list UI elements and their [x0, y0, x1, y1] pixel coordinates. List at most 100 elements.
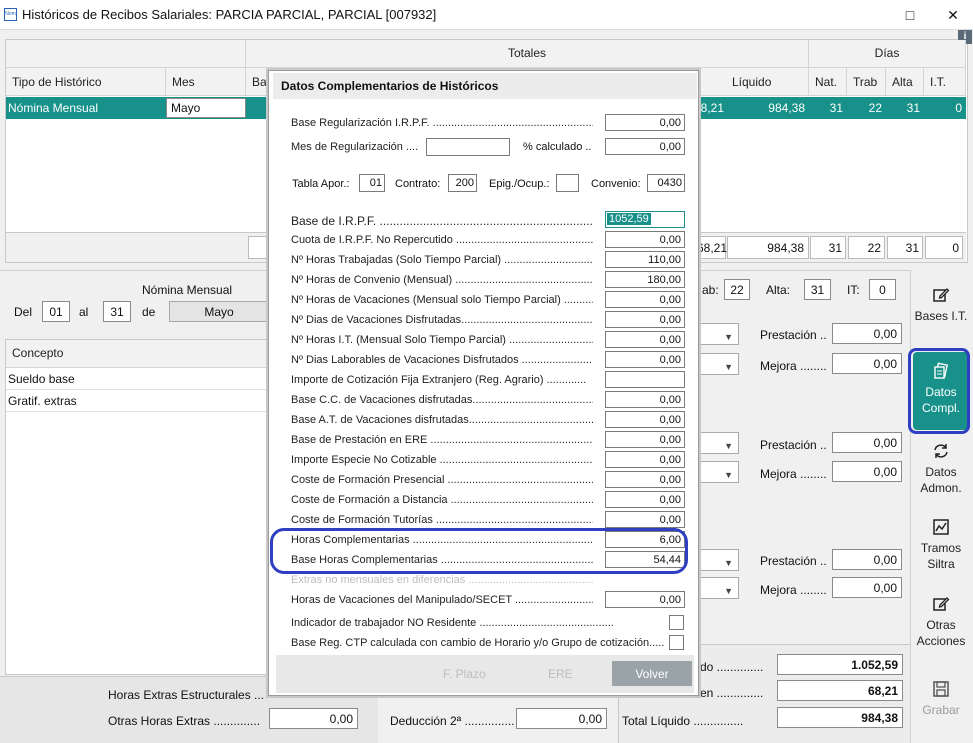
mejora-label: Mejora ........: [760, 583, 827, 597]
base-regularizacion-label: Base Regularización I.R.P.F. ...........…: [291, 117, 593, 129]
cuota-irpf-field[interactable]: 0,00: [605, 231, 685, 248]
horas-it-field[interactable]: 0,00: [605, 331, 685, 348]
formacion-tutorias-field[interactable]: 0,00: [605, 511, 685, 528]
close-button[interactable]: ✕: [940, 4, 966, 26]
contrato-field[interactable]: 200: [448, 174, 477, 192]
tramos-siltra-button[interactable]: Tramos Siltra: [910, 518, 972, 572]
convenio-field[interactable]: 0430: [647, 174, 685, 192]
dias-laborables-field[interactable]: 0,00: [605, 351, 685, 368]
column-header-mes[interactable]: Mes: [166, 68, 246, 96]
total-partial: 68,21: [696, 236, 727, 259]
importe-especie-field[interactable]: 0,00: [605, 451, 685, 468]
list-item[interactable]: Sueldo base: [6, 369, 269, 390]
deduccion-value: 0,00: [516, 708, 607, 729]
dropdown-1[interactable]: ▼: [699, 323, 739, 345]
row-trab: 22: [868, 101, 882, 115]
otras-acciones-label: Otras Acciones: [916, 618, 966, 648]
column-header-it[interactable]: I.T.: [924, 68, 966, 96]
column-header-alta[interactable]: Alta: [886, 68, 924, 96]
prestacion-value: 0,00: [832, 432, 902, 453]
alta-label: Alta:: [766, 283, 791, 297]
alta-value: 31: [804, 279, 831, 300]
datos-admon-button[interactable]: Datos Admon.: [910, 442, 972, 496]
mes-regularizacion-field[interactable]: [426, 138, 510, 156]
grabar-label: Grabar: [922, 703, 960, 717]
tabla-apor-field[interactable]: 01: [359, 174, 385, 192]
bases-it-button[interactable]: Bases I.T.: [910, 286, 972, 324]
no-residente-checkbox[interactable]: [669, 615, 684, 630]
horas-vacaciones-manipulado-field[interactable]: 0,00: [605, 591, 685, 608]
del-input[interactable]: 01: [42, 301, 70, 322]
otras-horas-value: 0,00: [269, 708, 358, 729]
horas-convenio-field[interactable]: 180,00: [605, 271, 685, 288]
base-at-vacaciones-field[interactable]: 0,00: [605, 411, 685, 428]
column-header-trab[interactable]: Trab: [847, 68, 886, 96]
base-irpf-field[interactable]: 1052,59: [605, 211, 685, 228]
cotizacion-extranjero-field[interactable]: [605, 371, 685, 388]
side-toolbar: [910, 270, 973, 743]
total-alta: 31: [887, 236, 923, 259]
field-label: Nº Horas de Convenio (Mensual) .........…: [291, 274, 593, 286]
dropdown-5[interactable]: ▼: [699, 549, 739, 571]
total2-value: 68,21: [777, 680, 903, 701]
horas-vacaciones-field[interactable]: 0,00: [605, 291, 685, 308]
detail-title: Nómina Mensual: [142, 283, 233, 297]
dropdown-2[interactable]: ▼: [699, 353, 739, 375]
volver-button[interactable]: Volver: [612, 661, 692, 686]
base-regularizacion-field[interactable]: 0,00: [605, 114, 685, 131]
row-liquido: 984,38: [768, 101, 805, 115]
column-header-concepto[interactable]: Concepto: [6, 340, 269, 368]
refresh-icon: [910, 442, 972, 460]
grid-header-blank: [6, 40, 246, 68]
total-liquido: 984,38: [727, 236, 809, 259]
field-label: Nº Horas de Vacaciones (Mensual solo Tie…: [291, 294, 593, 306]
base-ctp-checkbox[interactable]: [669, 635, 684, 650]
field-label: Nº Dias de Vacaciones Disfrutadas.......…: [291, 314, 593, 326]
epig-ocup-field[interactable]: [556, 174, 579, 192]
otras-acciones-button[interactable]: Otras Acciones: [910, 595, 972, 649]
base-cc-vacaciones-field[interactable]: 0,00: [605, 391, 685, 408]
bases-it-label: Bases I.T.: [914, 309, 968, 323]
field-label: Horas de Vacaciones del Manipulado/SECET…: [291, 594, 593, 606]
row-it: 0: [955, 101, 962, 115]
ere-button[interactable]: ERE: [548, 667, 573, 681]
column-header-tipo[interactable]: Tipo de Histórico: [6, 68, 166, 96]
field-label: Coste de Formación Presencial ..........…: [291, 474, 593, 486]
dropdown-6[interactable]: ▼: [699, 577, 739, 599]
field-label: Importe de Cotización Fija Extranjero (R…: [291, 374, 587, 386]
pct-calculado-field[interactable]: 0,00: [605, 138, 685, 155]
field-label-disabled: Extras no mensuales en diferencias .....…: [291, 574, 593, 586]
field-label: Base de Prestación en ERE ..............…: [291, 434, 593, 446]
list-item[interactable]: Gratif. extras: [6, 391, 269, 412]
f-plazo-button[interactable]: F. Plazo: [443, 667, 486, 681]
base-ctp-label: Base Reg. CTP calculada con cambio de Ho…: [291, 637, 665, 649]
base-prestacion-ere-field[interactable]: 0,00: [605, 431, 685, 448]
chevron-down-icon: ▼: [724, 441, 733, 451]
prestacion-value: 0,00: [832, 549, 902, 570]
dropdown-4[interactable]: ▼: [699, 461, 739, 483]
field-label: Cuota de I.R.P.F. No Repercutido .......…: [291, 234, 593, 246]
column-header-liquido[interactable]: Líquido: [700, 68, 809, 96]
row-mes[interactable]: Mayo: [166, 98, 246, 118]
mejora-value: 0,00: [832, 577, 902, 598]
maximize-button[interactable]: □: [897, 4, 923, 26]
formacion-presencial-field[interactable]: 0,00: [605, 471, 685, 488]
mes-regularizacion-label: Mes de Regularización ....: [291, 141, 419, 153]
dropdown-3[interactable]: ▼: [699, 432, 739, 454]
al-label: al: [79, 305, 89, 319]
horas-trabajadas-field[interactable]: 110,00: [605, 251, 685, 268]
tabla-apor-label: Tabla Apor.:: [292, 178, 350, 190]
dias-vacaciones-field[interactable]: 0,00: [605, 311, 685, 328]
group-header-dias: Días: [809, 40, 966, 68]
column-header-nat[interactable]: Nat.: [809, 68, 847, 96]
trab-value: 22: [724, 279, 750, 300]
de-label: de: [142, 305, 156, 319]
al-input[interactable]: 31: [103, 301, 131, 322]
row-nat: 31: [829, 101, 843, 115]
pct-calculado-label: % calculado ..: [523, 141, 592, 153]
edit-icon: [910, 595, 972, 613]
grabar-button[interactable]: Grabar: [910, 680, 972, 718]
field-label: Nº Horas I.T. (Mensual Solo Tiempo Parci…: [291, 334, 593, 346]
horas-extras-label: Horas Extras Estructurales ...: [108, 688, 265, 702]
formacion-distancia-field[interactable]: 0,00: [605, 491, 685, 508]
